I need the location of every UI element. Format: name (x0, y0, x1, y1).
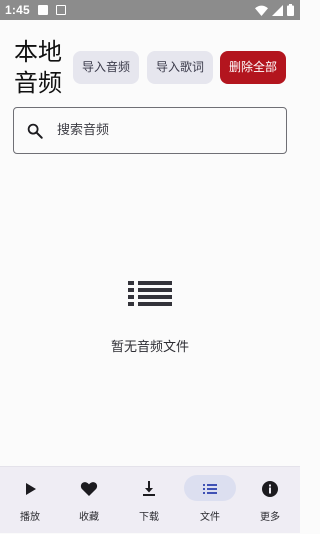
notification-app-icon (56, 5, 66, 15)
list-icon (203, 484, 217, 494)
nav-label-files: 文件 (200, 512, 220, 523)
import-audio-button[interactable]: 导入音频 (73, 51, 139, 84)
import-lyrics-button[interactable]: 导入歌词 (147, 51, 213, 84)
battery-icon (287, 4, 294, 16)
signal-icon (272, 4, 283, 16)
wifi-icon (255, 5, 268, 16)
nav-item-download[interactable]: 下载 (119, 467, 179, 534)
search-placeholder: 搜索音频 (57, 123, 110, 138)
heart-icon (80, 482, 98, 496)
nav-label-favorites: 收藏 (79, 512, 99, 523)
empty-message: 暂无音频文件 (110, 340, 189, 355)
nav-item-more[interactable]: 更多 (240, 467, 300, 534)
delete-all-button[interactable]: 删除全部 (220, 51, 286, 84)
play-icon (26, 483, 36, 495)
status-time: 1:45 (5, 3, 30, 17)
page-title: 本地音频 (14, 38, 62, 97)
status-indicators (255, 4, 294, 16)
status-bar: 1:45 (0, 0, 300, 20)
nav-label-more: 更多 (260, 512, 280, 523)
search-input[interactable]: 搜索音频 (13, 107, 287, 154)
nav-label-download: 下载 (139, 512, 159, 523)
notification-image-icon (38, 5, 48, 15)
download-icon (143, 481, 155, 496)
bottom-nav: 播放 收藏 下载 文件 更多 (0, 466, 300, 533)
nav-label-play: 播放 (20, 512, 40, 523)
nav-item-play[interactable]: 播放 (0, 467, 60, 534)
nav-item-favorites[interactable]: 收藏 (59, 467, 119, 534)
search-icon (27, 123, 43, 139)
info-icon (262, 481, 278, 497)
list-icon (128, 281, 172, 306)
nav-item-files[interactable]: 文件 (180, 467, 240, 534)
